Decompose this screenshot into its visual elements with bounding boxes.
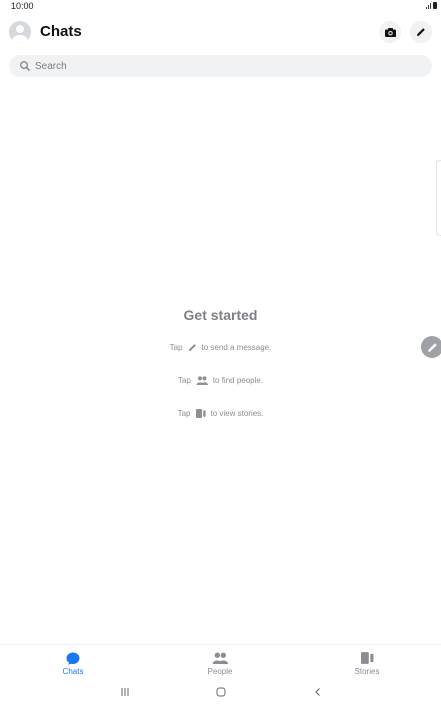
hint-text: to find people.	[212, 375, 264, 385]
pencil-icon	[417, 28, 425, 36]
hint-text: to view stories.	[210, 408, 264, 418]
tab-label: Chats	[62, 667, 84, 676]
recents-icon	[121, 688, 129, 696]
empty-state-title: Get started	[183, 307, 258, 323]
app-header: Chats	[0, 20, 441, 44]
hint-view-stories: Tap to view stories.	[0, 407, 441, 419]
hint-prefix: Tap	[177, 375, 191, 385]
chat-bubble-icon	[66, 652, 80, 665]
status-icons	[426, 2, 437, 9]
people-icon	[196, 375, 208, 385]
camera-button[interactable]	[379, 21, 401, 43]
tab-chats[interactable]: Chats	[43, 651, 103, 676]
edge-panel-handle[interactable]	[436, 160, 441, 236]
compose-button[interactable]	[410, 21, 432, 43]
battery-icon	[433, 2, 437, 9]
tab-label: Stories	[354, 667, 380, 676]
hint-find-people: Tap to find people.	[0, 374, 441, 386]
avatar[interactable]	[9, 21, 31, 43]
tab-label: People	[207, 667, 233, 676]
empty-state: Get started Tap to send a message. Tap t…	[0, 307, 441, 419]
people-icon	[212, 652, 228, 664]
hint-prefix: Tap	[177, 408, 191, 418]
camera-icon	[384, 27, 396, 37]
recents-button[interactable]	[118, 686, 132, 698]
stories-icon	[195, 408, 206, 418]
search-icon	[20, 61, 30, 71]
home-icon	[216, 687, 226, 697]
hint-send-message: Tap to send a message.	[0, 341, 441, 353]
stories-icon	[360, 652, 373, 664]
search-bar[interactable]	[9, 55, 432, 77]
system-nav-bar	[0, 682, 441, 702]
hint-prefix: Tap	[169, 342, 183, 352]
home-button[interactable]	[214, 686, 228, 698]
signal-icon	[426, 2, 431, 9]
status-bar: 10:00	[0, 0, 441, 14]
tab-people[interactable]: People	[190, 651, 250, 676]
search-input[interactable]	[35, 55, 415, 77]
tab-stories[interactable]: Stories	[337, 651, 397, 676]
bottom-nav: Chats People Stories	[0, 644, 441, 679]
pencil-icon	[188, 343, 196, 351]
back-button[interactable]	[311, 686, 325, 698]
status-time: 10:00	[11, 1, 34, 11]
back-icon	[315, 688, 320, 696]
hint-text: to send a message.	[201, 342, 272, 352]
page-title: Chats	[40, 23, 82, 40]
